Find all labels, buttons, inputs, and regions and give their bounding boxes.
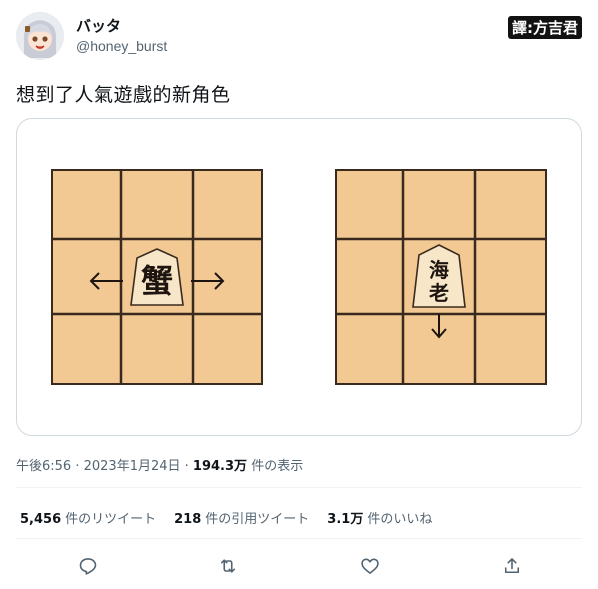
tweet-header: バッタ @honey_burst 譯:方吉君 [16,10,582,62]
views-label: 件の表示 [251,459,304,474]
share-button[interactable] [498,552,526,580]
retweet-icon [220,559,236,573]
reply-button[interactable] [74,552,102,580]
likes-count: 3.1万 [327,512,364,527]
retweets-stat[interactable]: 5,456 件のリツイート [20,508,156,527]
divider [16,487,582,488]
tweet-time[interactable]: 午後6:56 [16,459,71,474]
meta-separator: · [184,459,193,474]
tweet-text: 想到了人氣遊戲的新角色 [16,84,231,106]
like-button[interactable] [356,552,384,580]
meta-separator: · [75,459,84,474]
like-icon [361,558,379,574]
tweet-date[interactable]: 2023年1月24日 [84,459,181,474]
retweets-count: 5,456 [20,512,62,527]
shogi-board-right: 海 老 [335,169,547,385]
reply-icon [79,558,97,575]
share-icon [504,558,520,574]
tweet-media[interactable]: 蟹 海 老 [16,118,582,436]
user-handle[interactable]: @honey_burst [76,38,167,54]
quotes-stat[interactable]: 218 件の引用ツイート [174,508,309,527]
quotes-count: 218 [174,512,202,527]
tweet-meta: 午後6:56 · 2023年1月24日 · 194.3万 件の表示 [16,455,303,474]
piece-text-left: 蟹 [141,262,173,300]
likes-label: 件のいいね [367,512,433,527]
action-bar [16,552,582,580]
tweet-stats: 5,456 件のリツイート 218 件の引用ツイート 3.1万 件のいいね [20,508,432,527]
views-count: 194.3万 [192,459,248,474]
retweets-label: 件のリツイート [65,512,157,527]
piece-text-right-1: 海 [429,258,449,282]
divider [16,538,582,539]
translator-credit: 譯:方吉君 [508,16,582,39]
likes-stat[interactable]: 3.1万 件のいいね [327,508,432,527]
quotes-label: 件の引用ツイート [205,512,310,527]
shogi-board-left: 蟹 [51,169,263,385]
avatar[interactable] [16,12,64,60]
retweet-button[interactable] [214,552,242,580]
piece-text-right-2: 老 [429,281,449,305]
display-name[interactable]: バッタ [76,15,121,36]
